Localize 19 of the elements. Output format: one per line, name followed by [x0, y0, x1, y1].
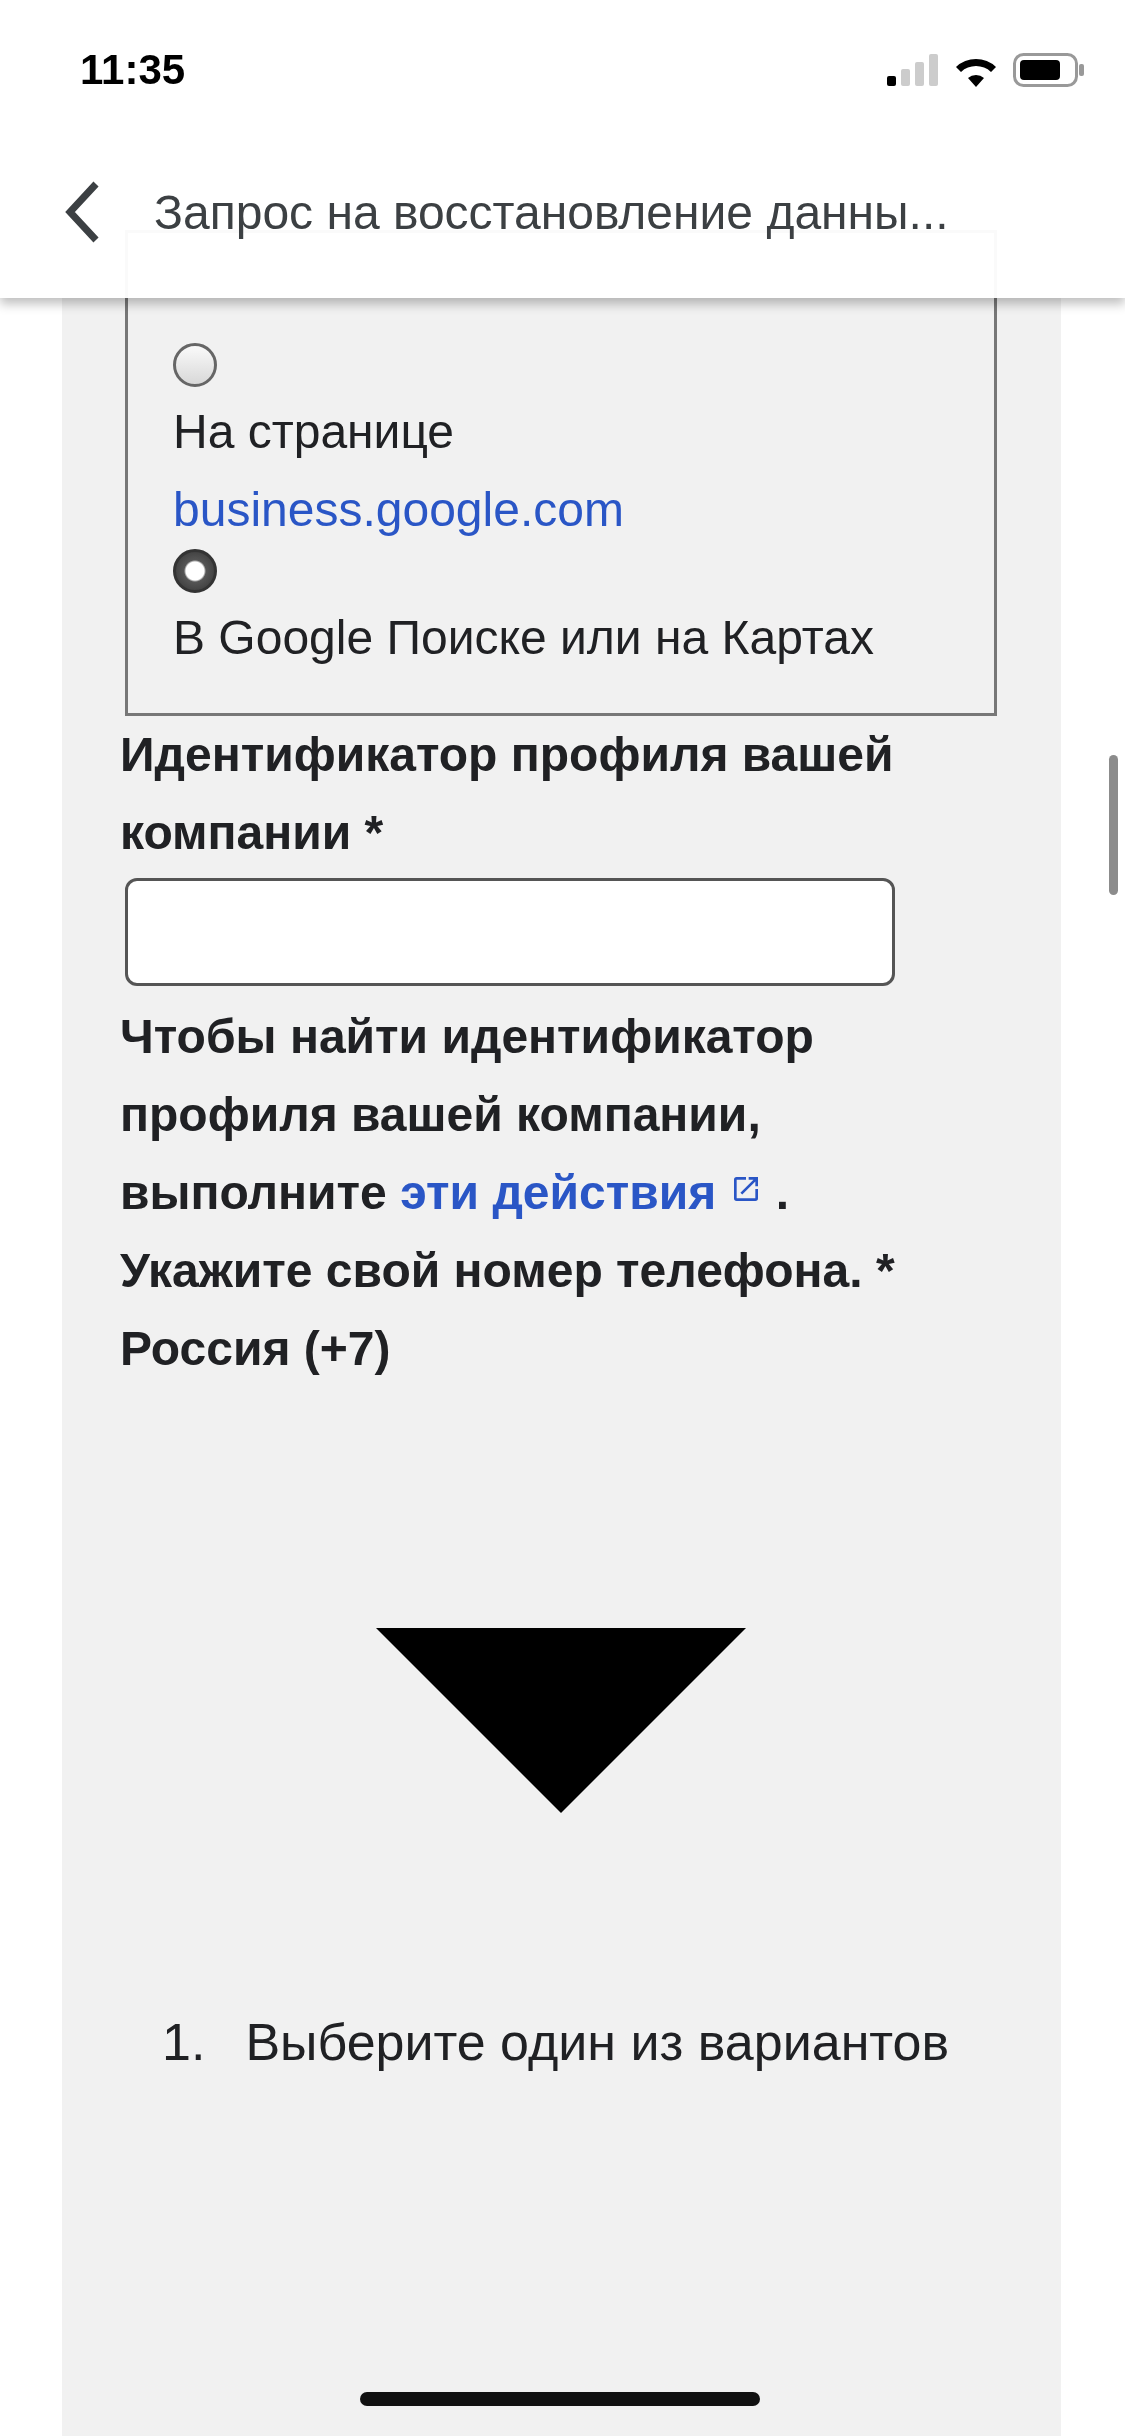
field-label: Укажите свой номер телефона. * — [120, 1243, 896, 1299]
option-label: В Google Поиске или на Картах — [173, 610, 875, 666]
page-title: Запрос на восстановление данны... — [154, 184, 949, 240]
option-label: На странице — [173, 404, 456, 460]
battery-icon — [1013, 53, 1085, 87]
scrollbar[interactable] — [1109, 755, 1118, 895]
radio-button[interactable] — [173, 549, 217, 593]
step-text: Выберите один из вариантов — [245, 2012, 950, 2073]
step-number: 1. — [162, 2012, 206, 2073]
link[interactable]: business.google.com — [173, 483, 624, 536]
dropdown-triangle-icon[interactable] — [375, 1628, 746, 1813]
help-text: Чтобы найти идентификатор профиля вашей компании, выполните эти действия . — [120, 1009, 815, 1221]
link[interactable]: эти действия — [400, 1166, 763, 1219]
field-label: Идентификатор профиля вашей компании * — [120, 727, 895, 861]
status-time: 11:35 — [80, 46, 186, 94]
input-field[interactable] — [125, 878, 895, 986]
country-value[interactable]: Россия (+7) — [120, 1310, 1031, 1388]
radio-button[interactable] — [173, 343, 217, 387]
signal-icon — [887, 54, 939, 86]
